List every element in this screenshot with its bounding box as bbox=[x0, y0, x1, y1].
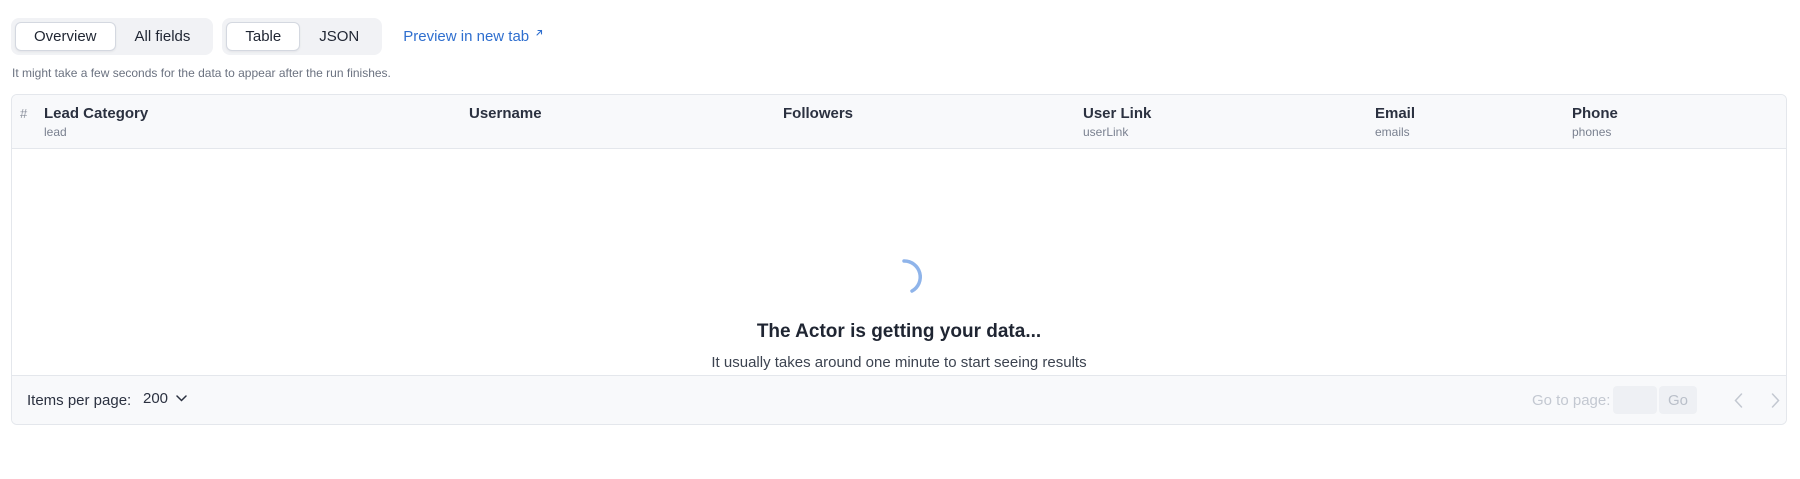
toolbar: Overview All fields Table JSON Preview i… bbox=[11, 18, 543, 55]
column-key: userLink bbox=[1083, 125, 1129, 139]
preview-in-new-tab-link[interactable]: Preview in new tab bbox=[403, 28, 543, 45]
column-label: Email bbox=[1375, 105, 1416, 122]
column-header-followers[interactable]: Followers bbox=[783, 105, 853, 125]
spinner-icon bbox=[902, 259, 922, 293]
column-header-lead-category[interactable]: Lead Category lead bbox=[44, 105, 148, 139]
next-page-button[interactable] bbox=[1765, 390, 1785, 410]
pagination-bar: Items per page: 200 Go to page: Go bbox=[12, 375, 1786, 424]
tab-all-fields[interactable]: All fields bbox=[116, 22, 210, 51]
loading-subtitle: It usually takes around one minute to st… bbox=[711, 354, 1087, 371]
items-per-page-select[interactable]: 200 bbox=[143, 390, 187, 407]
tab-json[interactable]: JSON bbox=[300, 22, 378, 51]
items-per-page-value: 200 bbox=[143, 390, 169, 407]
column-header-email[interactable]: Email emails bbox=[1375, 105, 1415, 139]
preview-link-label: Preview in new tab bbox=[403, 28, 530, 45]
view-tab-group: Overview All fields bbox=[11, 18, 214, 55]
data-delay-hint: It might take a few seconds for the data… bbox=[12, 66, 391, 80]
external-link-icon bbox=[536, 29, 543, 36]
column-label: Followers bbox=[783, 105, 854, 122]
column-label: Username bbox=[469, 105, 542, 122]
previous-page-button[interactable] bbox=[1728, 390, 1748, 410]
column-header-username[interactable]: Username bbox=[469, 105, 542, 125]
column-header-user-link[interactable]: User Link userLink bbox=[1083, 105, 1151, 139]
chevron-left-icon bbox=[1733, 392, 1742, 408]
tab-table[interactable]: Table bbox=[226, 22, 301, 51]
column-label: User Link bbox=[1083, 105, 1152, 122]
column-key: phones bbox=[1572, 125, 1612, 139]
chevron-down-icon bbox=[176, 395, 187, 402]
index-column-header: # bbox=[20, 106, 28, 121]
table-header: # Lead Category lead Username Followers … bbox=[12, 95, 1786, 149]
chevron-right-icon bbox=[1771, 392, 1780, 408]
loading-state: The Actor is getting your data... It usu… bbox=[12, 149, 1786, 375]
go-to-page-label: Go to page: bbox=[1532, 392, 1611, 409]
dataset-table: # Lead Category lead Username Followers … bbox=[11, 94, 1787, 425]
column-key: emails bbox=[1375, 125, 1410, 139]
column-key: lead bbox=[44, 125, 67, 139]
column-header-phone[interactable]: Phone phones bbox=[1572, 105, 1618, 139]
loading-title: The Actor is getting your data... bbox=[756, 321, 1042, 342]
format-tab-group: Table JSON bbox=[222, 18, 383, 55]
go-button[interactable]: Go bbox=[1659, 386, 1697, 414]
items-per-page-label: Items per page: bbox=[27, 392, 132, 409]
tab-overview[interactable]: Overview bbox=[15, 22, 116, 51]
column-label: Phone bbox=[1572, 105, 1618, 122]
column-label: Lead Category bbox=[44, 105, 149, 122]
go-to-page-input[interactable] bbox=[1613, 386, 1657, 414]
